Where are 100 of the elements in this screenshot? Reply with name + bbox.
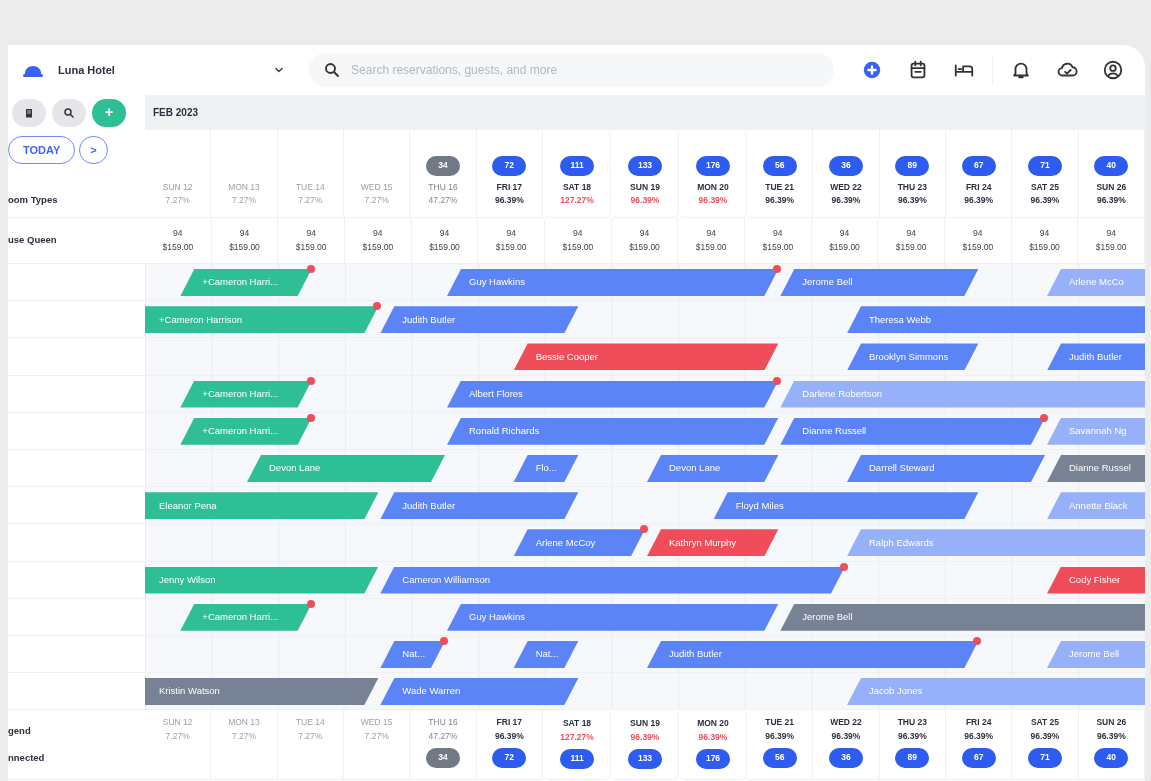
booking-bar[interactable]: Devon Lane [247,454,445,482]
count-badge: 56 [762,155,797,176]
next-button[interactable]: > [79,136,108,164]
day-label: MON 20 [697,180,729,194]
count-badge: 89 [895,155,930,176]
occupancy-value: 96.39% [1030,729,1060,743]
count-badge: 176 [696,155,730,176]
booking-bar[interactable]: Arlene McCoy [513,529,645,557]
day-label: THU 23 [897,716,927,729]
booking-bar[interactable]: Jerome Bell [780,269,979,296]
count-badge: 36 [829,747,863,768]
availability-value: 94 [573,227,583,240]
count-badge: 36 [829,155,863,176]
booking-bar[interactable]: +Cameron Harri... [180,603,312,631]
booking-bar[interactable]: Dianne Russell [780,417,1045,445]
day-label: SAT 25 [1030,716,1060,729]
booking-bar[interactable]: Floyd Miles [713,492,979,520]
occupancy-value: 96.39% [1030,194,1060,207]
booking-bar[interactable]: Theresa Webb [847,306,1145,334]
day-label: SUN 26 [1096,716,1127,729]
building-button[interactable] [12,98,46,127]
row-label: gend [8,724,31,739]
day-label: FRI 24 [965,180,992,194]
booking-bar[interactable]: Nat... [380,640,445,668]
booking-bar[interactable]: Bessie Cooper [513,343,779,371]
booking-bar[interactable]: Devon Lane [647,454,779,482]
booking-bar[interactable]: Annette Black [1047,492,1145,520]
booking-bar[interactable]: Nat... [513,640,579,668]
rate-value: $159.00 [495,241,527,254]
count-badge: 40 [1094,747,1129,768]
booking-bar[interactable]: Judith Butler [1047,343,1145,371]
day-label: WED 22 [830,716,862,729]
availability-value: 94 [1106,227,1116,240]
booking-bar[interactable]: +Cameron Harri... [180,269,312,296]
availability-value: 94 [306,227,316,240]
count-badge: 72 [492,747,527,768]
rate-value: $159.00 [295,241,327,254]
count-badge: 133 [628,748,662,769]
booking-bar[interactable]: Kathryn Murphy [647,529,779,557]
day-label: WED 15 [360,180,393,194]
rate-value: $159.00 [829,241,860,254]
occupancy-value: 7.27% [298,729,323,743]
booking-bar[interactable]: Eleanor Pena [145,492,379,520]
occupancy-value: 96.39% [964,194,994,207]
booking-bar[interactable]: Jenny Wilson [145,566,379,594]
booking-bar[interactable]: Brooklyn Simmons [847,343,979,371]
booking-bar[interactable]: Darrell Steward [847,454,1045,482]
occupancy-value: 127.27% [560,194,594,207]
search-button[interactable] [52,98,86,127]
booking-bar[interactable]: Guy Hawkins [447,603,779,631]
booking-bar[interactable]: +Cameron Harri... [180,417,312,445]
add-button[interactable]: + [92,98,126,127]
rate-value: $159.00 [1095,241,1127,254]
day-label: SAT 25 [1030,180,1060,194]
booking-bar[interactable]: Darlene Robertson [780,380,1145,408]
occupancy-value: 96.39% [698,730,728,744]
booking-bar[interactable]: Judith Butler [380,306,579,334]
availability-value: 94 [439,227,450,240]
occupancy-value: 96.39% [1096,729,1126,743]
rate-value: $159.00 [562,241,594,254]
day-label: SUN 12 [162,180,193,194]
count-badge: 72 [492,155,527,176]
day-label: SUN 12 [162,716,193,729]
occupancy-value: 7.27% [364,194,389,207]
count-badge: 34 [426,155,460,176]
booking-bar[interactable]: Dianne Russel [1047,454,1145,482]
count-badge: 133 [628,155,662,176]
hotel-name: Luna Hotel [58,62,116,78]
occupancy-value: 47.27% [428,194,458,207]
month-label: FEB 2023 [145,95,1145,130]
availability-value: 94 [239,227,250,240]
day-label: FRI 17 [496,716,523,729]
booking-bar[interactable]: Jerome Bell [780,603,1145,631]
occupancy-value: 96.39% [897,194,927,207]
search-field[interactable]: Search reservations, guests, and more [309,53,835,87]
booking-bar[interactable]: Cameron Williamson [380,566,845,594]
rate-value: $159.00 [629,241,660,254]
booking-bar[interactable]: Ralph Edwards [847,529,1145,557]
occupancy-value: 96.39% [765,729,795,743]
booking-bar[interactable]: Jerome Bell [1047,640,1145,668]
booking-bar[interactable]: Kristin Watson [145,678,379,706]
booking-bar[interactable]: Judith Butler [380,492,579,520]
count-badge: 111 [560,748,594,769]
occupancy-value: 96.39% [964,729,994,743]
user-icon[interactable] [1102,59,1124,81]
booking-bar[interactable]: Flo... [513,454,579,482]
column-label: oom Types [8,192,58,207]
occupancy-value: 96.39% [831,729,861,743]
day-label: FRI 17 [496,180,523,194]
occupancy-value: 7.27% [165,729,190,743]
booking-bar[interactable]: Savannah Ng [1047,417,1145,445]
booking-bar[interactable]: Wade Warren [380,678,579,706]
availability-value: 94 [373,227,383,240]
day-label: SUN 19 [630,717,660,730]
booking-bar[interactable]: Arlene McCo [1047,269,1145,296]
today-button[interactable]: TODAY [8,136,76,164]
booking-bar[interactable]: Ronald Richards [447,417,779,445]
booking-bar[interactable]: Jacob Jones [847,678,1145,706]
booking-bar[interactable]: Cody Fisher [1047,566,1145,594]
occupancy-value: 96.39% [1096,194,1126,207]
